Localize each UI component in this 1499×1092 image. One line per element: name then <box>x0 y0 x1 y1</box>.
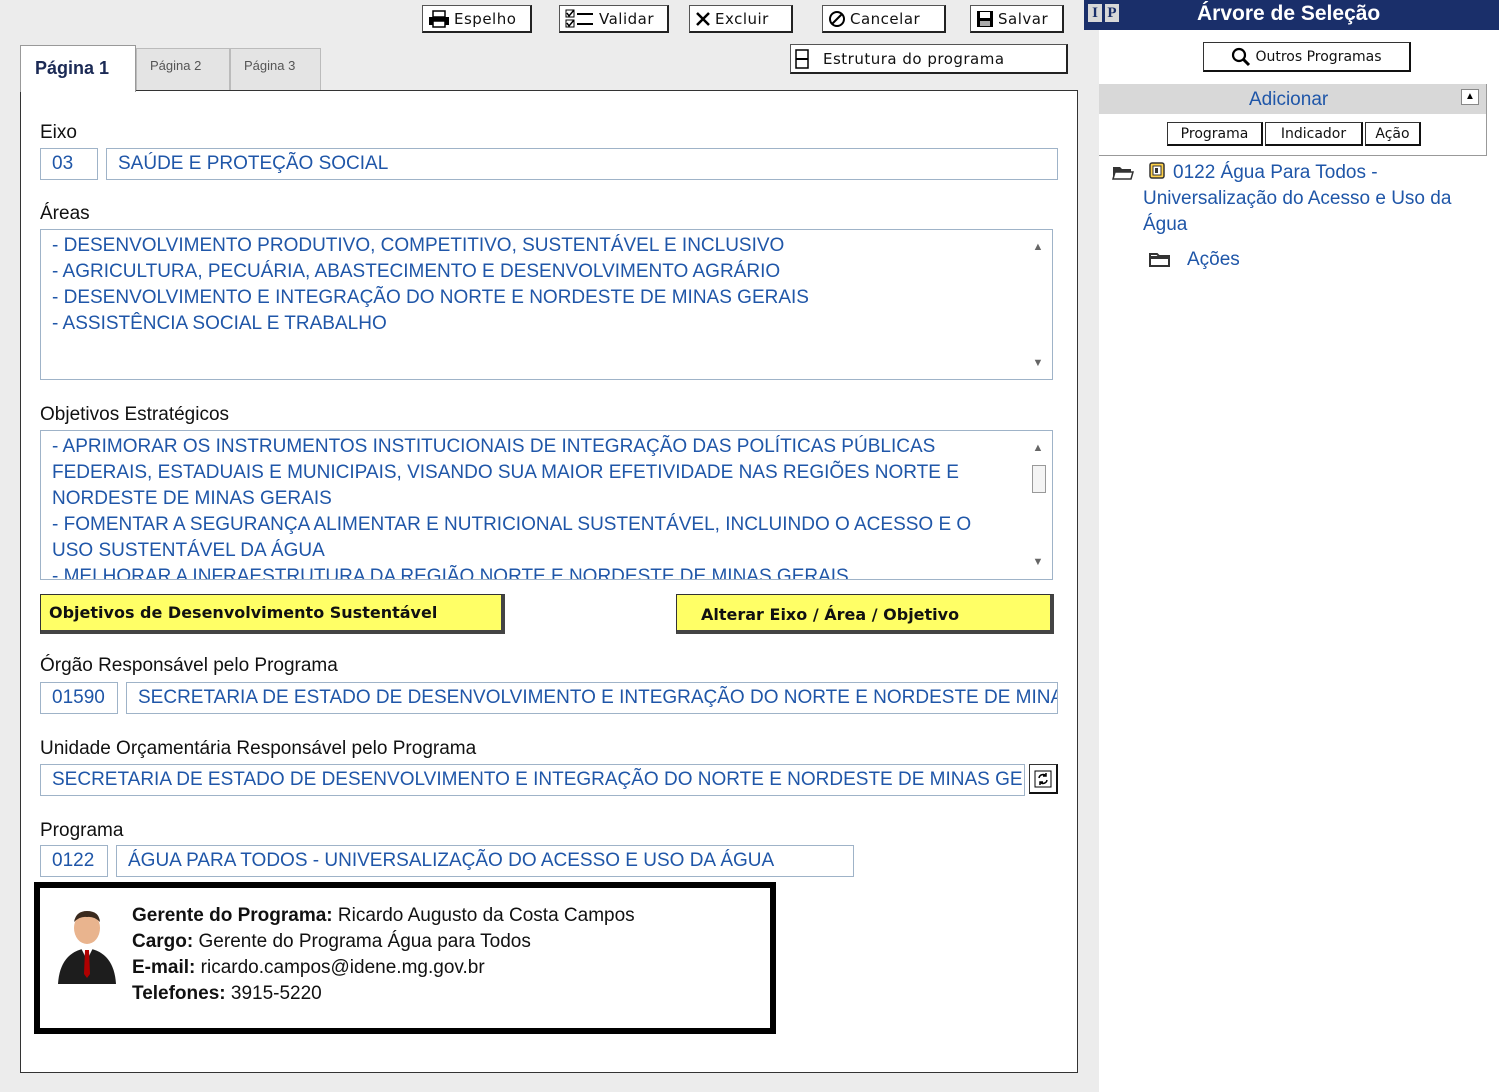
email-label: E-mail: <box>132 957 196 978</box>
objetivo-item: - MELHORAR A INFRAESTRUTURA DA REGIÃO NO… <box>52 566 849 580</box>
selection-tree-header: I P Árvore de Seleção <box>1084 0 1499 30</box>
tab-pagina-2-label: Página 2 <box>150 58 202 73</box>
alterar-eixo-button[interactable]: Alterar Eixo / Área / Objetivo <box>676 594 1054 634</box>
add-acao-button[interactable]: Ação <box>1365 122 1421 146</box>
selection-tree-title: Árvore de Seleção <box>1197 2 1381 25</box>
eixo-code-field[interactable]: 03 <box>40 148 98 180</box>
header-letter-i[interactable]: I <box>1088 4 1102 22</box>
tree-program-link[interactable]: 0122 Água Para Todos - Universalização d… <box>1143 160 1473 238</box>
salvar-label: Salvar <box>998 9 1049 28</box>
add-indicador-button[interactable]: Indicador <box>1265 122 1363 146</box>
validar-label: Validar <box>599 9 655 28</box>
objetivo-item: - APRIMORAR OS INSTRUMENTOS INSTITUCIONA… <box>52 436 959 509</box>
area-item: - ASSISTÊNCIA SOCIAL E TRABALHO <box>52 313 387 334</box>
objetivo-item: - FOMENTAR A SEGURANÇA ALIMENTAR E NUTRI… <box>52 514 972 561</box>
cargo-line: Cargo: Gerente do Programa Água para Tod… <box>132 931 531 953</box>
validar-button[interactable]: Validar <box>559 5 669 33</box>
excluir-button[interactable]: Excluir <box>689 5 793 33</box>
tab-pagina-1[interactable]: Página 1 <box>20 45 136 92</box>
orgao-code-field[interactable]: 01590 <box>40 682 118 714</box>
areas-textarea[interactable]: - DESENVOLVIMENTO PRODUTIVO, COMPETITIVO… <box>40 229 1053 380</box>
estrutura-label: Estrutura do programa <box>823 49 1005 68</box>
gerente-label: Gerente do Programa: <box>132 905 333 926</box>
adicionar-section: Adicionar ▲ Programa Indicador Ação <box>1099 84 1487 156</box>
email-line: E-mail: ricardo.campos@idene.mg.gov.br <box>132 957 485 979</box>
tab-pagina-3-label: Página 3 <box>244 58 296 73</box>
checklist-icon <box>565 9 593 27</box>
open-folder-icon[interactable] <box>1112 165 1134 181</box>
scroll-down-icon[interactable]: ▼ <box>1032 557 1044 568</box>
eixo-label: Eixo <box>40 122 77 143</box>
ods-button-label: Objetivos de Desenvolvimento Sustentável <box>49 603 438 622</box>
cargo-value: Gerente do Programa Água para Todos <box>198 931 531 952</box>
tab-pagina-1-label: Página 1 <box>35 58 110 78</box>
cancelar-button[interactable]: Cancelar <box>822 5 946 33</box>
area-item: - DESENVOLVIMENTO E INTEGRAÇÃO DO NORTE … <box>52 287 809 308</box>
gerente-value: Ricardo Augusto da Costa Campos <box>337 905 635 926</box>
adicionar-label: Adicionar <box>1249 89 1329 110</box>
ods-button[interactable]: Objetivos de Desenvolvimento Sustentável <box>40 594 505 634</box>
refresh-icon <box>1034 770 1052 787</box>
cancelar-label: Cancelar <box>850 9 921 28</box>
tab-pagina-3[interactable]: Página 3 <box>230 48 321 90</box>
alterar-eixo-label: Alterar Eixo / Área / Objetivo <box>701 605 960 624</box>
cancel-icon <box>829 10 845 27</box>
search-icon <box>1232 47 1251 66</box>
eixo-name-field[interactable]: SAÚDE E PROTEÇÃO SOCIAL <box>106 148 1058 180</box>
scroll-up-icon[interactable]: ▲ <box>1032 443 1044 454</box>
objetivos-textarea[interactable]: - APRIMORAR OS INSTRUMENTOS INSTITUCIONA… <box>40 430 1053 580</box>
orgao-label: Órgão Responsável pelo Programa <box>40 655 338 676</box>
outros-programas-button[interactable]: Outros Programas <box>1203 42 1411 72</box>
area-item: - AGRICULTURA, PECUÁRIA, ABASTECIMENTO E… <box>52 261 781 282</box>
gerente-line: Gerente do Programa: Ricardo Augusto da … <box>132 905 635 927</box>
refresh-unidade-button[interactable] <box>1029 764 1058 794</box>
scroll-up-icon[interactable]: ▲ <box>1032 242 1044 253</box>
orgao-name-field[interactable]: SECRETARIA DE ESTADO DE DESENVOLVIMENTO … <box>126 682 1058 714</box>
outros-programas-label: Outros Programas <box>1255 48 1382 65</box>
save-icon <box>977 10 993 27</box>
unidade-label: Unidade Orçamentária Responsável pelo Pr… <box>40 738 477 759</box>
tab-pagina-2[interactable]: Página 2 <box>136 48 230 90</box>
printer-icon <box>429 9 449 28</box>
email-value: ricardo.campos@idene.mg.gov.br <box>200 957 485 978</box>
cargo-label: Cargo: <box>132 931 194 952</box>
estrutura-programa-button[interactable]: Estrutura do programa <box>790 44 1068 74</box>
espelho-button[interactable]: Espelho <box>422 5 532 33</box>
programa-label: Programa <box>40 820 124 841</box>
user-avatar-icon <box>58 911 116 984</box>
adicionar-header[interactable]: Adicionar ▲ <box>1099 84 1486 114</box>
header-letter-p[interactable]: P <box>1105 4 1119 22</box>
folder-icon[interactable] <box>1149 252 1171 268</box>
scrollbar-thumb[interactable] <box>1032 465 1046 493</box>
espelho-label: Espelho <box>454 9 517 28</box>
salvar-button[interactable]: Salvar <box>970 5 1064 33</box>
telefones-line: Telefones: 3915-5220 <box>132 983 322 1005</box>
program-manager-card: Gerente do Programa: Ricardo Augusto da … <box>34 882 776 1034</box>
close-icon <box>696 11 710 26</box>
unidade-name-field[interactable]: SECRETARIA DE ESTADO DE DESENVOLVIMENTO … <box>40 764 1025 796</box>
tree-acoes-link[interactable]: Ações <box>1187 247 1240 273</box>
areas-label: Áreas <box>40 203 90 224</box>
telefones-value: 3915-5220 <box>230 983 322 1004</box>
structure-icon <box>795 48 809 69</box>
scroll-down-icon[interactable]: ▼ <box>1032 358 1044 369</box>
area-item: - DESENVOLVIMENTO PRODUTIVO, COMPETITIVO… <box>52 235 785 256</box>
add-acao-label: Ação <box>1375 125 1410 142</box>
excluir-label: Excluir <box>715 9 769 28</box>
telefones-label: Telefones: <box>132 983 226 1004</box>
add-programa-label: Programa <box>1180 125 1249 142</box>
selection-tree-panel: Outros Programas Adicionar ▲ Programa In… <box>1099 30 1499 1092</box>
collapse-icon[interactable]: ▲ <box>1461 89 1479 105</box>
add-indicador-label: Indicador <box>1280 125 1347 142</box>
programa-code-field[interactable]: 0122 <box>40 845 108 877</box>
add-programa-button[interactable]: Programa <box>1167 122 1263 146</box>
objetivos-label: Objetivos Estratégicos <box>40 404 230 425</box>
programa-name-field[interactable]: ÁGUA PARA TODOS - UNIVERSALIZAÇÃO DO ACE… <box>116 845 854 877</box>
